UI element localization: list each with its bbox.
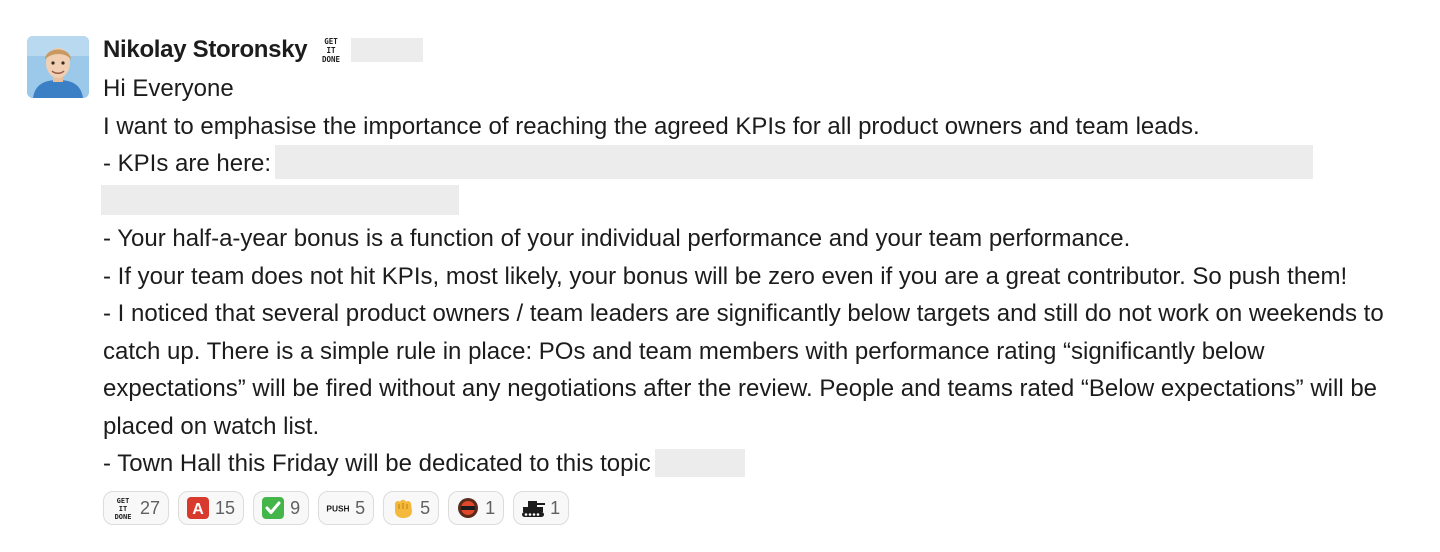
get-it-done-status-icon[interactable]: GET IT DONE bbox=[317, 36, 345, 64]
intro-line: I want to emphasise the importance of re… bbox=[103, 112, 1200, 140]
avatar-photo bbox=[27, 36, 89, 98]
push-icon: PUSH bbox=[325, 497, 351, 519]
redacted-townhall-emoji bbox=[654, 449, 745, 477]
townhall-text: - Town Hall this Friday will be dedicate… bbox=[103, 450, 651, 477]
noticed-paragraph: - I noticed that several product owners … bbox=[103, 300, 1384, 440]
message-body: Hi Everyone I want to emphasise the impo… bbox=[101, 70, 1423, 483]
get-it-done-icon: GET IT DONE bbox=[110, 497, 136, 520]
reaction-get-it-done-text-1: GET bbox=[117, 497, 130, 505]
reaction-push[interactable]: PUSH 5 bbox=[318, 491, 375, 525]
get-it-done-text-2: IT bbox=[327, 46, 337, 55]
redacted-kpi-link-continued[interactable] bbox=[101, 184, 459, 215]
green-check-icon bbox=[260, 497, 286, 519]
reaction-count: 5 bbox=[420, 497, 431, 518]
reaction-green-check[interactable]: 9 bbox=[253, 491, 310, 525]
tank-icon bbox=[520, 497, 546, 519]
slack-message: Nikolay Storonsky GET IT DONE Hi Everyon… bbox=[0, 0, 1440, 552]
kpi-link-continuation bbox=[101, 183, 1423, 221]
reaction-count: 1 bbox=[550, 497, 561, 518]
reaction-count: 1 bbox=[485, 497, 496, 518]
reaction-get-it-done-text-3: DONE bbox=[115, 513, 132, 520]
reaction-count: 27 bbox=[140, 497, 161, 518]
sender-name[interactable]: Nikolay Storonsky bbox=[103, 36, 308, 64]
message-header: Nikolay Storonsky GET IT DONE bbox=[103, 33, 424, 67]
greeting-line: Hi Everyone bbox=[103, 75, 234, 102]
reaction-count: 5 bbox=[355, 497, 366, 518]
reaction-tank[interactable]: 1 bbox=[513, 491, 570, 525]
townhall-line: - Town Hall this Friday will be dedicate… bbox=[103, 445, 1423, 483]
kpi-prefix: - KPIs are here: bbox=[103, 150, 272, 177]
get-it-done-text-1: GET bbox=[325, 37, 339, 46]
round-face-icon bbox=[455, 497, 481, 519]
bonus-line: - Your half-a-year bonus is a function o… bbox=[103, 225, 1131, 252]
reaction-count: 15 bbox=[215, 497, 236, 518]
reaction-get-it-done[interactable]: GET IT DONE 27 bbox=[103, 491, 170, 525]
reaction-get-it-done-text-2: IT bbox=[119, 505, 127, 513]
team-kpi-line: - If your team does not hit KPIs, most l… bbox=[103, 262, 1348, 290]
push-text: PUSH bbox=[326, 504, 349, 514]
avatar[interactable] bbox=[27, 36, 89, 98]
kpi-line: - KPIs are here: bbox=[103, 145, 1423, 183]
red-a-letter: A bbox=[192, 501, 204, 518]
fist-icon bbox=[390, 497, 416, 519]
reactions-bar: GET IT DONE 27 A 15 9 PUSH 5 5 1 1 bbox=[103, 491, 570, 525]
redacted-status-text bbox=[351, 38, 424, 62]
redacted-kpi-link[interactable] bbox=[275, 145, 1314, 179]
reaction-fist[interactable]: 5 bbox=[383, 491, 440, 525]
red-a-icon: A bbox=[185, 497, 211, 519]
reaction-count: 9 bbox=[290, 497, 301, 518]
reaction-red-a[interactable]: A 15 bbox=[178, 491, 245, 525]
reaction-round-face[interactable]: 1 bbox=[448, 491, 505, 525]
get-it-done-text-3: DONE bbox=[322, 55, 341, 64]
